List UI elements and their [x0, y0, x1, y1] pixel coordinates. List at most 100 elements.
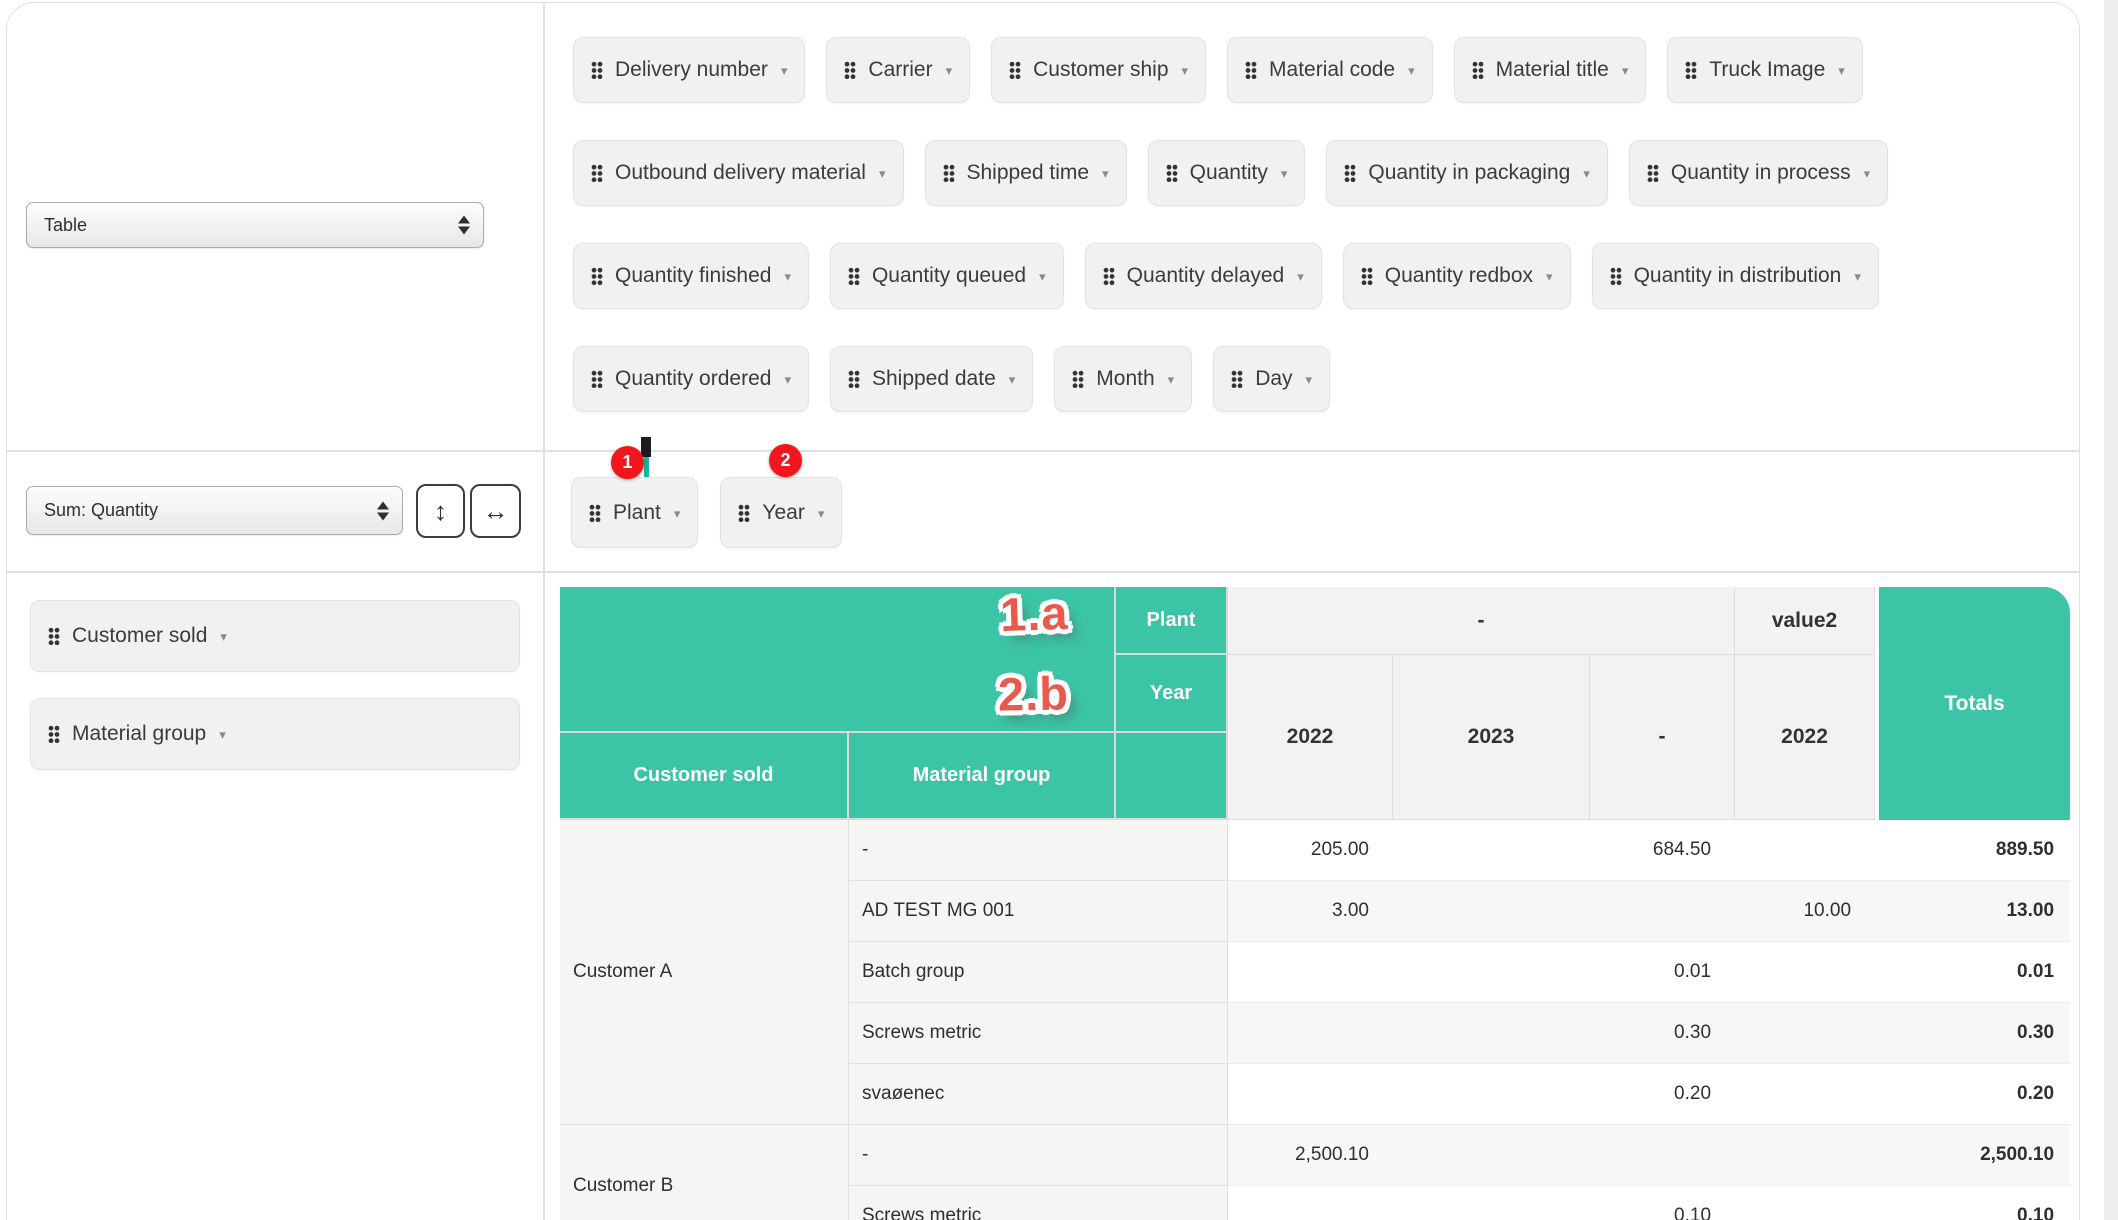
value-cell: [1735, 1186, 1875, 1220]
value-cell: [1393, 1125, 1590, 1186]
field-pill-customer-ship[interactable]: Customer ship ▾: [991, 37, 1206, 103]
chevron-down-icon: ▾: [1583, 166, 1590, 182]
field-pill-quantity-in-packaging[interactable]: Quantity in packaging ▾: [1326, 140, 1608, 206]
field-pill-label: Quantity in distribution: [1634, 264, 1842, 288]
field-pill-month[interactable]: Month▾: [1054, 346, 1192, 412]
value-cell: [1735, 820, 1875, 881]
drag-handle-icon: [1647, 164, 1659, 182]
field-pill-truck-image[interactable]: Truck Image ▾: [1667, 37, 1862, 103]
field-pill-material-group[interactable]: Material group▾: [30, 698, 520, 770]
drag-handle-icon: [738, 504, 750, 522]
drag-handle-icon: [1072, 370, 1084, 388]
drag-handle-icon: [591, 267, 603, 285]
field-pill-material-code[interactable]: Material code▾: [1227, 37, 1433, 103]
total-cell: 0.20: [1875, 1064, 2070, 1125]
field-pill-label: Quantity ordered: [615, 367, 771, 391]
page-scrollbar[interactable]: [2104, 0, 2118, 1220]
field-pill-quantity-delayed[interactable]: Quantity delayed ▾: [1085, 243, 1322, 309]
drag-handle-icon: [844, 61, 856, 79]
header-spacer-cell: [1116, 733, 1228, 820]
field-pill-delivery-number[interactable]: Delivery number ▾: [573, 37, 805, 103]
field-pill-quantity-finished[interactable]: Quantity finished▾: [573, 243, 809, 309]
chevron-down-icon: ▾: [219, 727, 226, 743]
total-cell: 13.00: [1875, 881, 2070, 942]
row-label-material: Batch group: [849, 942, 1228, 1003]
value-cell: 3.00: [1228, 881, 1393, 942]
chevron-down-icon: ▾: [781, 63, 788, 79]
field-pill-label: Customer ship: [1033, 58, 1168, 82]
header-year-2022: 2022: [1228, 655, 1393, 820]
header-customer-sold: Customer sold: [560, 733, 849, 820]
row-label-customer: Customer A: [560, 820, 849, 1125]
field-pill-label: Quantity redbox: [1385, 264, 1533, 288]
chevron-down-icon: ▾: [1838, 63, 1845, 79]
field-pill-year[interactable]: Year▾: [720, 477, 842, 548]
value-cell: 0.20: [1590, 1064, 1735, 1125]
chevron-down-icon: ▾: [1168, 372, 1175, 388]
chevron-down-icon: ▾: [1408, 63, 1415, 79]
header-plant-group-dash: -: [1228, 587, 1735, 655]
field-pill-outbound-delivery-material[interactable]: Outbound delivery material▾: [573, 140, 904, 206]
field-pill-material-title[interactable]: Material title▾: [1454, 37, 1647, 103]
drag-handle-icon: [1009, 61, 1021, 79]
value-cell: [1393, 1064, 1590, 1125]
field-pill-customer-sold[interactable]: Customer sold▾: [30, 600, 520, 672]
row-order-button[interactable]: ↕: [416, 484, 465, 538]
drag-handle-icon: [1685, 61, 1697, 79]
drag-handle-icon: [591, 164, 603, 182]
drag-handle-icon: [848, 267, 860, 285]
aggregator-select[interactable]: Sum: Quantity: [26, 486, 403, 535]
field-pill-label: Shipped date: [872, 367, 996, 391]
value-cell: 2,500.10: [1228, 1125, 1393, 1186]
renderer-select[interactable]: Table: [26, 202, 484, 248]
row-label-material: svaøenec: [849, 1064, 1228, 1125]
select-stepper-icon: [377, 501, 389, 520]
value-cell: [1228, 1186, 1393, 1220]
field-pill-quantity-in-process[interactable]: Quantity in process▾: [1629, 140, 1888, 206]
field-pill-quantity[interactable]: Quantity▾: [1148, 140, 1306, 206]
value-cell: [1590, 1125, 1735, 1186]
pivot-table-ui: Table Sum: Quantity ↕ ↔ Delivery number ▾…: [0, 0, 2118, 1220]
chevron-down-icon: ▾: [1182, 63, 1189, 79]
field-pill-label: Quantity in packaging: [1368, 161, 1570, 185]
field-pill-shipped-time[interactable]: Shipped time▾: [925, 140, 1127, 206]
annotation-label-2b: 2.b: [998, 665, 1070, 721]
chevron-down-icon: ▾: [1039, 269, 1046, 285]
chevron-down-icon: ▾: [674, 506, 681, 522]
row-label-material: AD TEST MG 001: [849, 881, 1228, 942]
drag-handle-icon: [1245, 61, 1257, 79]
col-order-button[interactable]: ↔: [470, 484, 521, 538]
pivot-table: Plant - value2 Totals Year 2022 2023 - 2…: [560, 587, 2070, 1220]
field-pill-label: Delivery number: [615, 58, 768, 82]
header-plant-dimension: Plant: [1116, 587, 1228, 655]
field-pill-label: Truck Image: [1709, 58, 1825, 82]
field-pill-quantity-queued[interactable]: Quantity queued ▾: [830, 243, 1064, 309]
vertical-arrows-icon: ↕: [434, 498, 447, 524]
field-pill-shipped-date[interactable]: Shipped date▾: [830, 346, 1033, 412]
chevron-down-icon: ▾: [818, 506, 825, 522]
field-pill-label: Plant: [613, 501, 661, 525]
value-cell: [1735, 1064, 1875, 1125]
value-cell: [1393, 1186, 1590, 1220]
field-pill-quantity-redbox[interactable]: Quantity redbox▾: [1343, 243, 1571, 309]
chevron-down-icon: ▾: [1297, 269, 1304, 285]
value-cell: [1590, 881, 1735, 942]
field-pill-plant[interactable]: Plant ▾: [571, 477, 698, 548]
chevron-down-icon: ▾: [879, 166, 886, 182]
value-cell: [1228, 942, 1393, 1003]
field-pill-quantity-in-distribution[interactable]: Quantity in distribution▾: [1592, 243, 1879, 309]
field-pill-quantity-ordered[interactable]: Quantity ordered▾: [573, 346, 809, 412]
header-year-dimension: Year: [1116, 655, 1228, 733]
field-pill-day[interactable]: Day▾: [1213, 346, 1330, 412]
drag-handle-icon: [1166, 164, 1178, 182]
field-pill-label: Quantity queued: [872, 264, 1026, 288]
field-pill-label: Quantity in process: [1671, 161, 1851, 185]
drop-insertion-indicator: [644, 457, 649, 477]
value-cell: [1393, 820, 1590, 881]
chevron-down-icon: ▾: [1622, 63, 1629, 79]
field-pill-label: Quantity delayed: [1127, 264, 1285, 288]
pivot-output: Plant - value2 Totals Year 2022 2023 - 2…: [560, 587, 2070, 1220]
annotation-badge-1: 1: [611, 446, 644, 479]
row-label-material: -: [849, 820, 1228, 881]
field-pill-carrier[interactable]: Carrier▾: [826, 37, 970, 103]
